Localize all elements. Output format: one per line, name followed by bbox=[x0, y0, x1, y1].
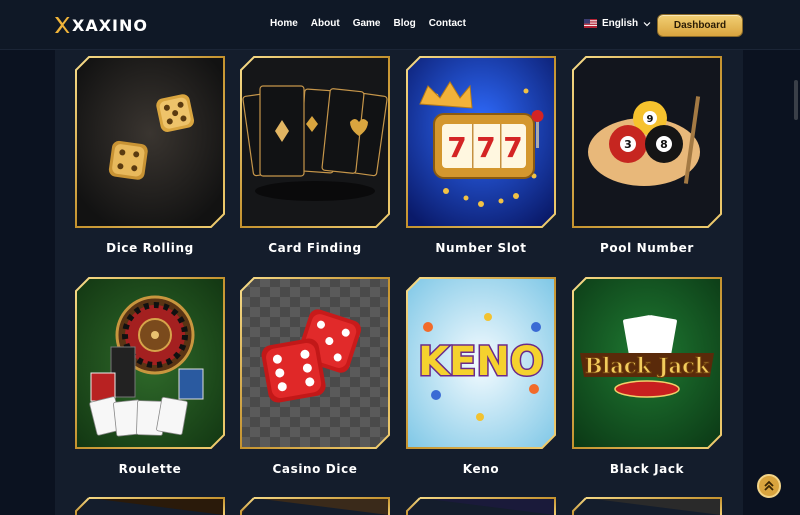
chevron-down-icon bbox=[643, 21, 651, 26]
game-card-number-slot[interactable]: 7 7 7 Number Slot bbox=[406, 56, 556, 255]
language-label: English bbox=[602, 18, 639, 29]
brand-name: XAXINO bbox=[72, 15, 148, 35]
game-card-partial[interactable] bbox=[406, 497, 556, 515]
game-card-pool-number[interactable]: 9 3 8 Pool Number bbox=[572, 56, 722, 255]
blackjack-logo-text: Black Jack bbox=[585, 353, 710, 378]
svg-text:9: 9 bbox=[647, 114, 654, 125]
nav-home[interactable]: Home bbox=[270, 18, 298, 29]
language-selector[interactable]: English bbox=[584, 18, 651, 29]
double-chevron-up-icon bbox=[764, 480, 774, 491]
brand-logo[interactable]: XAXINO bbox=[54, 13, 148, 37]
scrollbar-thumb[interactable] bbox=[794, 80, 798, 120]
roulette-wheel-image bbox=[75, 277, 225, 449]
game-card-partial[interactable] bbox=[240, 497, 390, 515]
svg-text:8: 8 bbox=[660, 138, 668, 151]
game-card-casino-dice[interactable]: Casino Dice bbox=[240, 277, 390, 476]
game-card-partial[interactable] bbox=[572, 497, 722, 515]
main-nav: Home About Game Blog Contact bbox=[270, 18, 466, 29]
game-title: Roulette bbox=[118, 462, 182, 476]
game-title: Dice Rolling bbox=[106, 241, 194, 255]
game-title: Number Slot bbox=[435, 241, 527, 255]
blackjack-logo-image: Black Jack bbox=[572, 277, 722, 449]
billiard-balls-image: 9 3 8 bbox=[572, 56, 722, 228]
game-title: Black Jack bbox=[609, 462, 685, 476]
svg-text:3: 3 bbox=[624, 138, 632, 151]
gold-dice-image bbox=[75, 56, 225, 228]
x-logo-icon bbox=[55, 17, 70, 33]
top-header: XAXINO Home About Game Blog Contact Engl… bbox=[0, 0, 800, 50]
keno-logo-image: KENO bbox=[406, 277, 556, 449]
red-dice-image bbox=[240, 277, 390, 449]
svg-text:7: 7 bbox=[503, 131, 522, 164]
game-card-card-finding[interactable]: Card Finding bbox=[240, 56, 390, 255]
slot-machine-777-image: 7 7 7 bbox=[406, 56, 556, 228]
game-title: Pool Number bbox=[600, 241, 694, 255]
nav-contact[interactable]: Contact bbox=[429, 18, 466, 29]
us-flag-icon bbox=[584, 19, 597, 28]
svg-text:7: 7 bbox=[476, 131, 495, 164]
scroll-to-top-button[interactable] bbox=[757, 474, 781, 498]
game-card-keno[interactable]: KENO Keno bbox=[406, 277, 556, 476]
dashboard-button[interactable]: Dashboard bbox=[657, 14, 743, 37]
nav-about[interactable]: About bbox=[311, 18, 340, 29]
game-card-black-jack[interactable]: Black Jack Black Jack bbox=[572, 277, 722, 476]
nav-game[interactable]: Game bbox=[353, 18, 381, 29]
playing-cards-image bbox=[240, 56, 390, 228]
game-title: Card Finding bbox=[268, 241, 362, 255]
game-card-partial[interactable] bbox=[75, 497, 225, 515]
svg-text:7: 7 bbox=[447, 131, 466, 164]
game-title: Casino Dice bbox=[272, 462, 358, 476]
game-card-dice-rolling[interactable]: Dice Rolling bbox=[75, 56, 225, 255]
game-title: Keno bbox=[462, 462, 500, 476]
keno-logo-text: KENO bbox=[418, 339, 544, 385]
game-card-roulette[interactable]: Roulette bbox=[75, 277, 225, 476]
nav-blog[interactable]: Blog bbox=[393, 18, 415, 29]
